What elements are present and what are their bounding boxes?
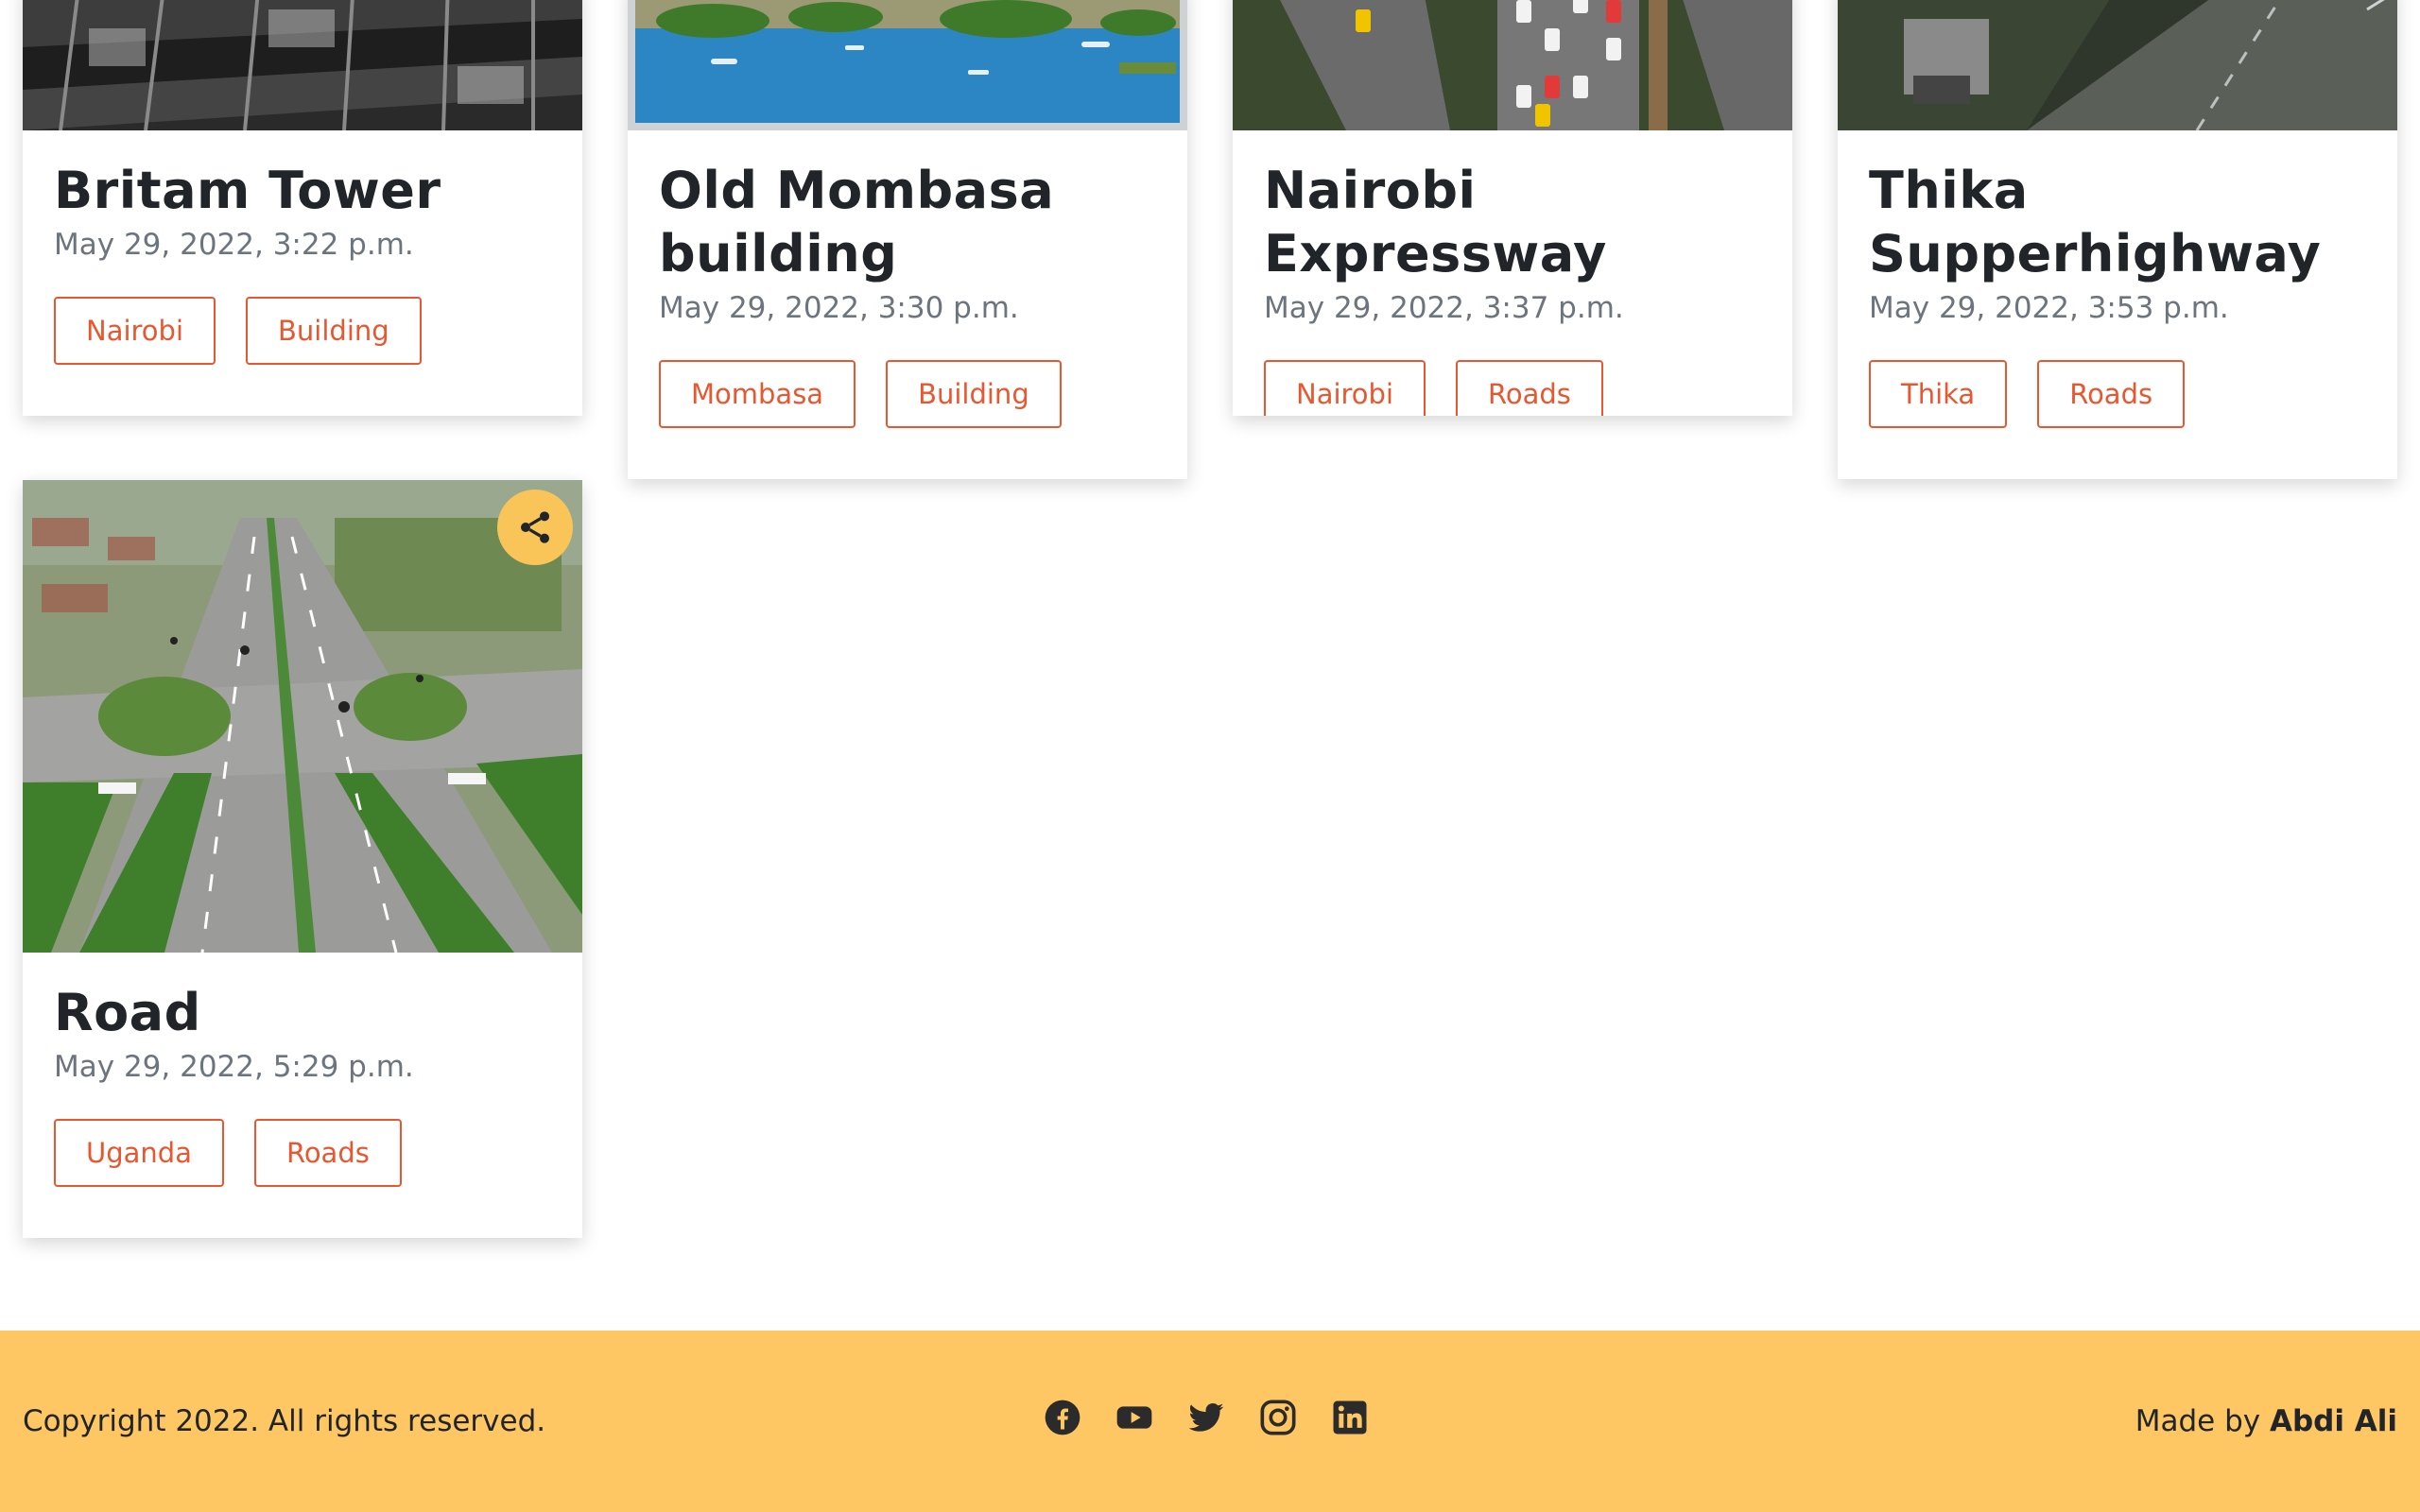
- card-date: May 29, 2022, 5:29 p.m.: [54, 1050, 414, 1084]
- tag-button[interactable]: Nairobi: [1264, 360, 1426, 416]
- made-by-prefix: Made by: [2135, 1404, 2261, 1438]
- card-date: May 29, 2022, 3:37 p.m.: [1264, 291, 1624, 325]
- card-image[interactable]: [628, 0, 1187, 130]
- tag-button[interactable]: Roads: [253, 1119, 402, 1187]
- tag-button[interactable]: Roads: [2037, 360, 2186, 428]
- post-card[interactable]: Nairobi Expressway May 29, 2022, 3:37 p.…: [1233, 0, 1792, 416]
- page: Britam Tower May 29, 2022, 3:22 p.m. Nai…: [0, 0, 2420, 1512]
- card-image[interactable]: [1233, 0, 1792, 130]
- youtube-icon: [1116, 1406, 1152, 1429]
- card-date: May 29, 2022, 3:30 p.m.: [659, 291, 1019, 325]
- post-card[interactable]: Road May 29, 2022, 5:29 p.m. Uganda Road…: [23, 480, 582, 1238]
- card-title[interactable]: Nairobi Expressway: [1264, 159, 1761, 285]
- card-image[interactable]: [23, 0, 582, 130]
- share-icon: [521, 511, 549, 543]
- card-image[interactable]: [23, 480, 582, 953]
- linkedin-link[interactable]: [1331, 1399, 1369, 1436]
- author-name[interactable]: Abdi Ali: [2270, 1404, 2397, 1438]
- tag-button[interactable]: Nairobi: [54, 297, 216, 365]
- youtube-link[interactable]: [1115, 1399, 1153, 1436]
- tag-list: Nairobi Building: [54, 297, 551, 365]
- card-date: May 29, 2022, 3:22 p.m.: [54, 228, 414, 262]
- card-body: Nairobi Expressway May 29, 2022, 3:37 p.…: [1233, 130, 1792, 416]
- tag-button[interactable]: Mombasa: [659, 360, 856, 428]
- tag-list: Mombasa Building: [659, 360, 1156, 428]
- tag-button[interactable]: Building: [246, 297, 422, 365]
- card-body: Thika Supperhighway May 29, 2022, 3:53 p…: [1838, 130, 2397, 428]
- made-by-text: Made by Abdi Ali: [2135, 1402, 2397, 1440]
- tag-list: Uganda Roads: [54, 1119, 551, 1187]
- tag-button[interactable]: Roads: [1456, 360, 1603, 416]
- facebook-icon: [1045, 1400, 1080, 1435]
- card-body: Old Mombasa building May 29, 2022, 3:30 …: [628, 130, 1187, 428]
- twitter-icon: [1188, 1403, 1224, 1432]
- post-card[interactable]: Old Mombasa building May 29, 2022, 3:30 …: [628, 0, 1187, 479]
- copyright-text: Copyright 2022. All rights reserved.: [23, 1404, 546, 1438]
- card-title[interactable]: Old Mombasa building: [659, 159, 1156, 285]
- post-card[interactable]: Britam Tower May 29, 2022, 3:22 p.m. Nai…: [23, 0, 582, 416]
- tag-button[interactable]: Thika: [1869, 360, 2008, 428]
- tag-button[interactable]: Uganda: [54, 1119, 224, 1187]
- card-image[interactable]: [1838, 0, 2397, 130]
- twitter-link[interactable]: [1187, 1399, 1225, 1436]
- social-links: [1044, 1399, 1369, 1436]
- linkedin-icon: [1333, 1400, 1367, 1435]
- post-card[interactable]: Thika Supperhighway May 29, 2022, 3:53 p…: [1838, 0, 2397, 479]
- tag-list: Thika Roads: [1869, 360, 2366, 428]
- tag-button[interactable]: Building: [886, 360, 1062, 428]
- footer: Copyright 2022. All rights reserved. Mad…: [0, 1331, 2420, 1512]
- tag-list: Nairobi Roads: [1264, 360, 1761, 416]
- card-body: Britam Tower May 29, 2022, 3:22 p.m. Nai…: [23, 130, 582, 365]
- facebook-link[interactable]: [1044, 1399, 1081, 1436]
- card-title[interactable]: Britam Tower: [54, 159, 551, 222]
- share-button[interactable]: [497, 490, 573, 565]
- card-title[interactable]: Road: [54, 981, 551, 1044]
- instagram-link[interactable]: [1259, 1399, 1297, 1436]
- card-body: Road May 29, 2022, 5:29 p.m. Uganda Road…: [23, 953, 582, 1187]
- card-title[interactable]: Thika Supperhighway: [1869, 159, 2366, 285]
- card-date: May 29, 2022, 3:53 p.m.: [1869, 291, 2229, 325]
- instagram-icon: [1260, 1400, 1296, 1435]
